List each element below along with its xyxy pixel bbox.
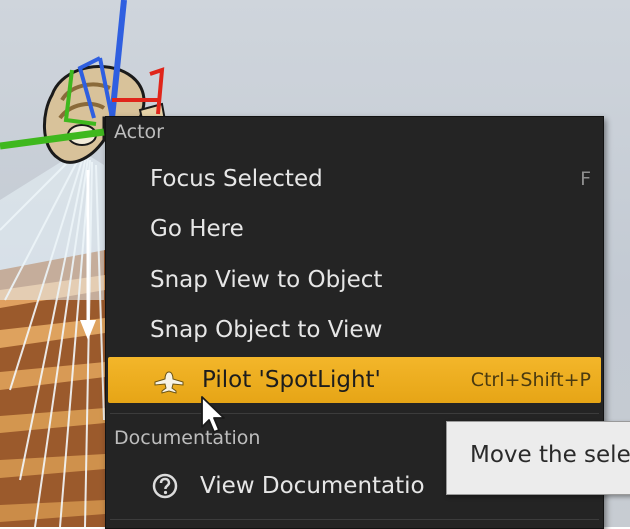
tooltip: Move the sele: [446, 421, 630, 495]
section-header-actor: Actor: [114, 121, 164, 143]
menu-item-label: Snap View to Object: [150, 267, 383, 293]
menu-item-pilot-spotlight[interactable]: Pilot 'SpotLight' Ctrl+Shift+P: [108, 357, 601, 403]
menu-item-label: View Documentatio: [200, 473, 425, 499]
menu-item-shortcut: F: [580, 168, 591, 190]
mouse-cursor-icon: [201, 396, 225, 433]
menu-item-snap-object-to-view[interactable]: Snap Object to View: [106, 308, 603, 352]
menu-item-shortcut: Ctrl+Shift+P: [470, 369, 591, 391]
menu-item-label: Pilot 'SpotLight': [202, 367, 381, 393]
help-icon: [152, 473, 178, 499]
menu-item-go-here[interactable]: Go Here: [106, 207, 603, 251]
menu-item-label: Focus Selected: [150, 166, 323, 192]
tooltip-text: Move the sele: [470, 442, 630, 468]
menu-item-snap-view-to-object[interactable]: Snap View to Object: [106, 258, 603, 302]
menu-item-label: Snap Object to View: [150, 317, 383, 343]
section-header-documentation: Documentation: [114, 427, 261, 449]
menu-item-label: Go Here: [150, 216, 244, 242]
menu-item-focus-selected[interactable]: Focus Selected F: [106, 157, 603, 201]
menu-divider: [110, 413, 599, 414]
menu-divider: [110, 519, 599, 520]
pilot-icon: [154, 371, 184, 394]
